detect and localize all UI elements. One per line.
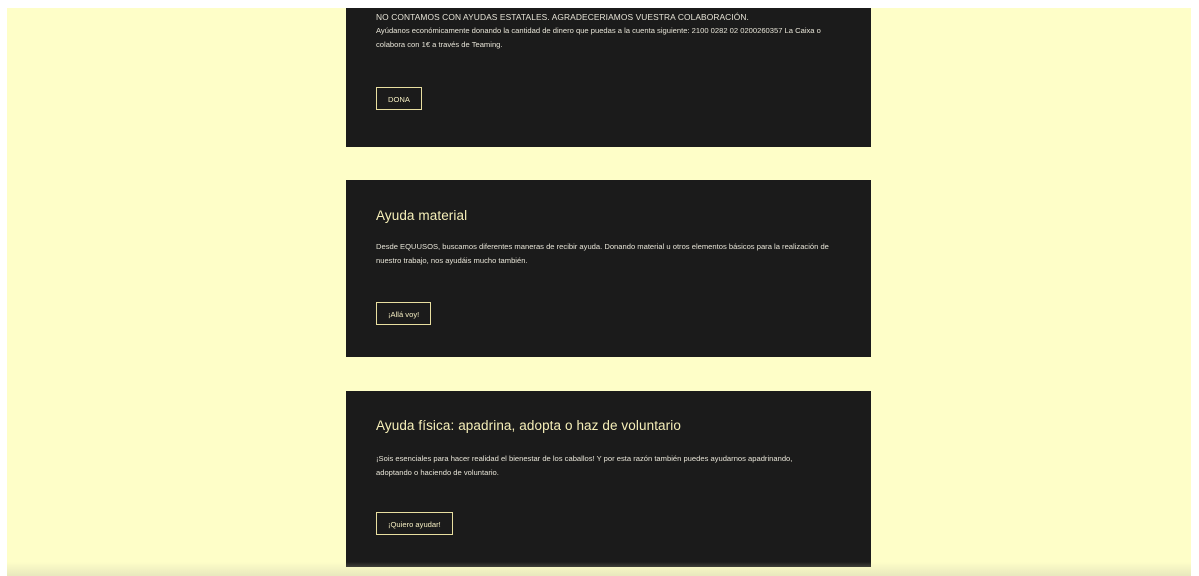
material-help-card: Ayuda material Desde EQUUSOS, buscamos d… xyxy=(346,180,871,357)
donate-button[interactable]: DONA xyxy=(376,87,422,110)
donation-text: Ayúdanos económicamente donando la canti… xyxy=(376,26,821,49)
physical-help-card: Ayuda física: apadrina, adopta o haz de … xyxy=(346,391,871,567)
material-help-title: Ayuda material xyxy=(376,208,468,223)
material-help-button[interactable]: ¡Allá voy! xyxy=(376,302,432,325)
page-background: NO CONTAMOS CON AYUDAS ESTATALES. AGRADE… xyxy=(7,8,1191,576)
bottom-shade xyxy=(7,562,1191,576)
physical-help-title: Ayuda física: apadrina, adopta o haz de … xyxy=(376,418,681,433)
physical-help-text: ¡Sois esenciales para hacer realidad el … xyxy=(376,454,793,477)
donation-notice: NO CONTAMOS CON AYUDAS ESTATALES. AGRADE… xyxy=(376,11,841,24)
material-help-text: Desde EQUUSOS, buscamos diferentes maner… xyxy=(376,242,829,265)
donation-notice-heading: NO CONTAMOS CON AYUDAS ESTATALES. AGRADE… xyxy=(376,12,749,22)
physical-help-button[interactable]: ¡Quiero ayudar! xyxy=(376,512,453,535)
donation-card: NO CONTAMOS CON AYUDAS ESTATALES. AGRADE… xyxy=(346,8,871,147)
